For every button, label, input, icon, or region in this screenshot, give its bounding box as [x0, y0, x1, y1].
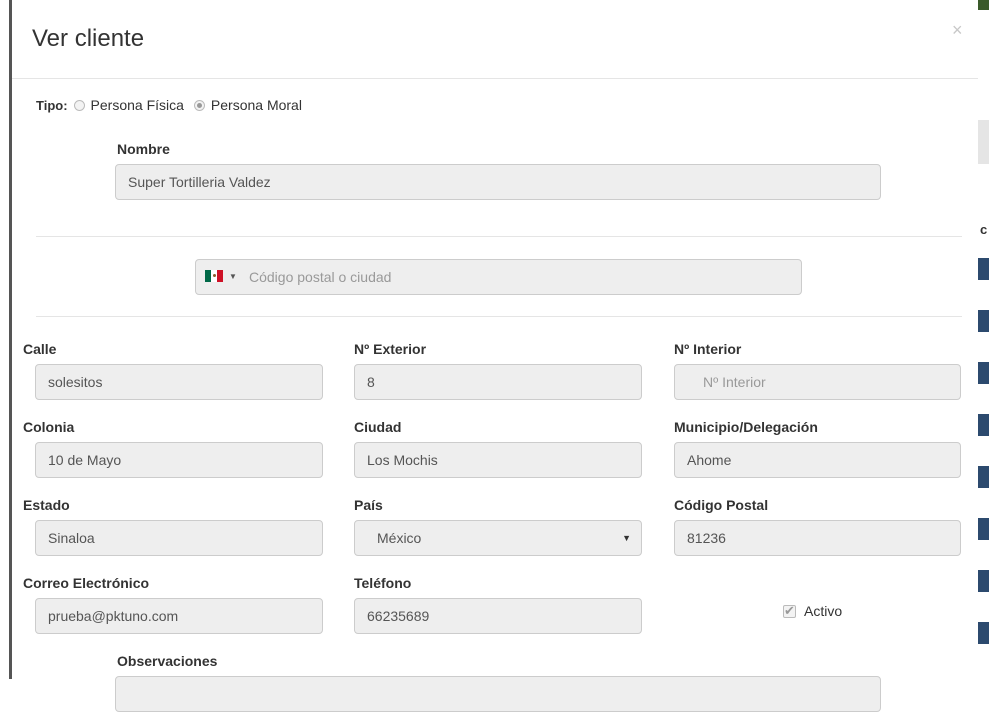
close-button[interactable]: × — [952, 20, 963, 41]
activo-label[interactable]: Activo — [804, 603, 842, 619]
background-left-edge — [0, 0, 12, 679]
background-page-strip: c — [978, 0, 989, 679]
ciudad-label: Ciudad — [354, 419, 402, 435]
background-row — [978, 622, 989, 644]
estado-label: Estado — [23, 497, 70, 513]
ver-cliente-modal: Ver cliente × Tipo: Persona Física Perso… — [12, 0, 978, 712]
pais-selected-value: México — [377, 530, 422, 546]
correo-label: Correo Electrónico — [23, 575, 150, 591]
modal-title: Ver cliente — [32, 25, 145, 52]
calle-label: Calle — [23, 341, 57, 357]
background-row — [978, 570, 989, 592]
correo-field[interactable]: prueba@pktuno.com — [35, 598, 323, 634]
exterior-label: Nº Exterior — [354, 341, 427, 357]
colonia-label: Colonia — [23, 419, 75, 435]
background-row — [978, 362, 989, 384]
section-divider — [36, 316, 962, 317]
interior-field[interactable]: Nº Interior — [674, 364, 961, 400]
radio-persona-fisica[interactable] — [73, 99, 85, 111]
telefono-label: Teléfono — [354, 575, 412, 591]
colonia-field[interactable]: 10 de Mayo — [35, 442, 323, 478]
background-gray-block — [978, 120, 989, 164]
nombre-field[interactable]: Super Tortilleria Valdez — [115, 164, 881, 200]
observaciones-field[interactable] — [115, 676, 881, 712]
chevron-down-icon[interactable]: ▼ — [229, 260, 237, 294]
ciudad-field[interactable]: Los Mochis — [354, 442, 642, 478]
mexico-flag-icon[interactable] — [205, 270, 223, 282]
pais-select[interactable]: México ▼ — [354, 520, 642, 556]
background-header-strip — [978, 0, 989, 10]
activo-checkbox[interactable] — [783, 603, 796, 619]
background-partial-text: c — [980, 222, 988, 237]
activo-checkbox-group: Activo — [783, 603, 842, 619]
observaciones-label: Observaciones — [117, 653, 218, 669]
section-divider — [36, 236, 962, 237]
codigo-postal-label: Código Postal — [674, 497, 769, 513]
radio-label-persona-fisica[interactable]: Persona Física — [91, 97, 184, 113]
municipio-label: Municipio/Delegación — [674, 419, 818, 435]
background-row — [978, 258, 989, 280]
postal-search-input[interactable]: ▼ Código postal o ciudad — [195, 259, 802, 295]
modal-header: Ver cliente × — [12, 0, 978, 79]
estado-field[interactable]: Sinaloa — [35, 520, 323, 556]
radio-label-persona-moral[interactable]: Persona Moral — [211, 97, 302, 113]
background-row — [978, 518, 989, 540]
nombre-label: Nombre — [117, 141, 170, 157]
background-row — [978, 414, 989, 436]
pais-label: País — [354, 497, 383, 513]
dropdown-caret-icon[interactable]: ▼ — [622, 521, 631, 555]
exterior-field[interactable]: 8 — [354, 364, 642, 400]
codigo-postal-field[interactable]: 81236 — [674, 520, 961, 556]
calle-field[interactable]: solesitos — [35, 364, 323, 400]
tipo-radio-group: Tipo: Persona Física Persona Moral — [36, 97, 312, 113]
postal-search-placeholder: Código postal o ciudad — [249, 269, 392, 285]
interior-label: Nº Interior — [674, 341, 742, 357]
background-row — [978, 466, 989, 488]
background-row — [978, 310, 989, 332]
telefono-field[interactable]: 66235689 — [354, 598, 642, 634]
tipo-label: Tipo: — [36, 97, 68, 113]
municipio-field[interactable]: Ahome — [674, 442, 961, 478]
radio-persona-moral[interactable] — [193, 99, 205, 111]
